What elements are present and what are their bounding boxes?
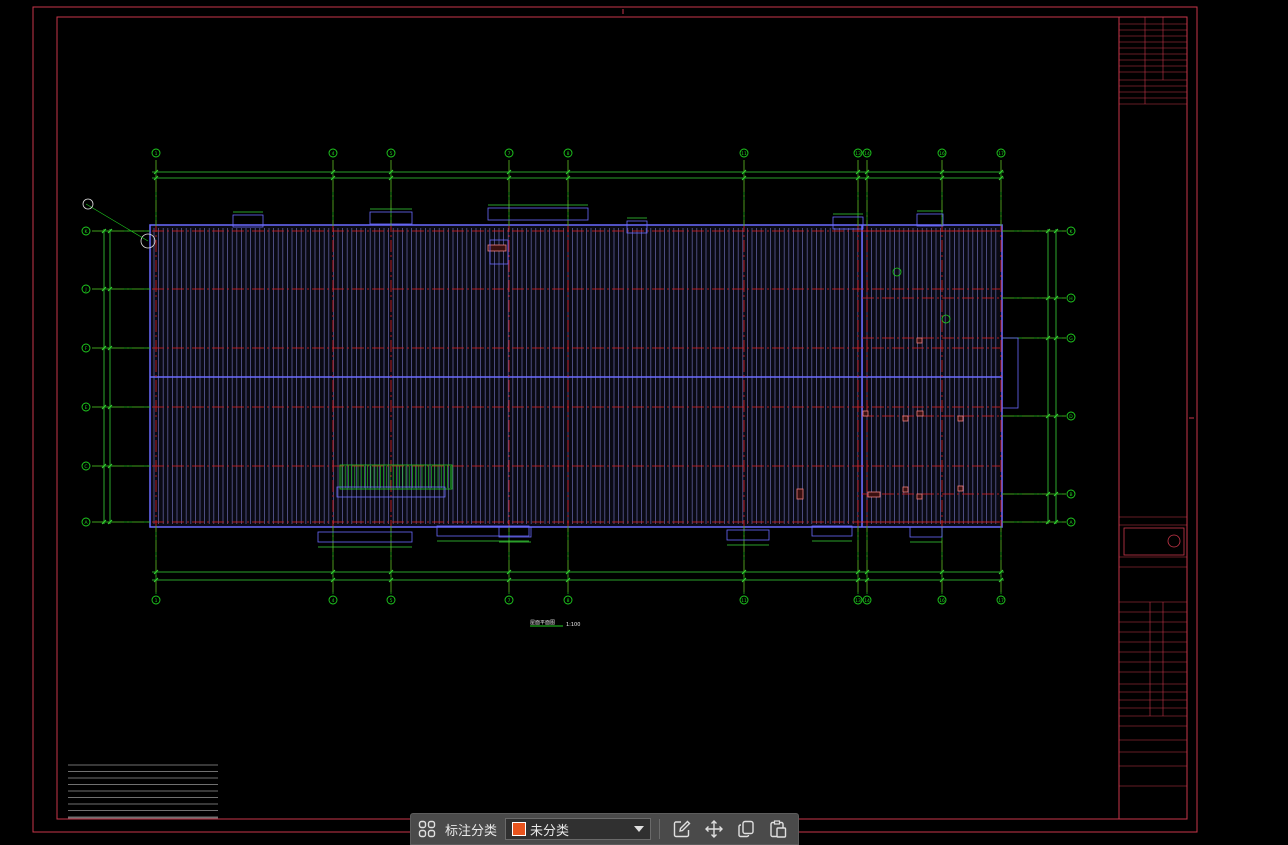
category-label: 标注分类 [445, 823, 498, 839]
drawing-title: 屋面平面图 [530, 620, 555, 626]
grid-bubble-label: D [1069, 414, 1073, 420]
toolbar-separator [659, 819, 661, 839]
grid-bubble-label: H [1069, 296, 1072, 302]
grid-bubble-label: 16 [939, 598, 945, 604]
grid-bubble-label: 4 [332, 598, 335, 604]
roof-marker [862, 410, 869, 417]
grid-bubble-label: 8 [567, 598, 570, 604]
grid-bubble-label: 7 [508, 598, 511, 604]
grid-bubble-label: 16 [939, 151, 945, 157]
grid-bubble-label: 11 [741, 598, 747, 604]
annotation-toolbar: 标注分类 未分类 [410, 813, 799, 845]
grid-bubble-label: B [1069, 492, 1072, 498]
selected-category: 未分类 [530, 823, 570, 839]
category-color-swatch [512, 822, 527, 836]
grid-view-button[interactable] [411, 815, 443, 843]
roof-marker [957, 415, 964, 422]
roof-marker [916, 493, 923, 500]
grid-bubble-label: 5 [390, 151, 393, 157]
grid-bubble-label: 17 [998, 598, 1004, 604]
roof-outline [149, 224, 1003, 528]
drawing-scale: 1:100 [566, 622, 580, 628]
grid-bubble-label: 4 [332, 151, 335, 157]
grid-bubble-label: 11 [741, 151, 747, 157]
roof-marker [487, 244, 507, 252]
grid-bubble-label: G [1069, 336, 1073, 342]
grid-bubble-label: C [84, 464, 87, 470]
move-icon [705, 820, 724, 838]
grid-bubble-label: 17 [998, 151, 1004, 157]
roof-marker [902, 415, 909, 422]
roof-marker [916, 337, 923, 344]
grid-four-icon [418, 820, 436, 838]
grid-bubble-label: 8 [567, 151, 570, 157]
grid-bubble-label: 1 [155, 598, 158, 604]
grid-bubble-label: J [84, 287, 86, 293]
roof-marker [902, 486, 909, 493]
grid-bubble-label: 14 [864, 151, 870, 157]
grid-bubble-label: 7 [508, 151, 511, 157]
chevron-down-icon [634, 826, 645, 832]
move-button[interactable] [698, 815, 730, 843]
category-dropdown[interactable]: 未分类 [505, 818, 652, 840]
copy-button[interactable] [730, 815, 762, 843]
grid-bubble-label: 1 [155, 151, 158, 157]
edit-button[interactable] [666, 815, 698, 843]
edit-icon [673, 820, 691, 838]
grid-bubble-label: 13 [855, 598, 861, 604]
grid-bubble-label: 14 [864, 598, 870, 604]
roof-marker [796, 488, 804, 500]
grid-bubble-label: 13 [855, 151, 861, 157]
cad-drawing-canvas[interactable]: 114455778811111313141416161717KJFECAKHGD… [0, 0, 1288, 841]
paste-icon [770, 820, 787, 838]
copy-icon [738, 820, 754, 838]
roof-marker [957, 485, 964, 492]
paste-button[interactable] [762, 815, 794, 843]
grid-bubble-label: E [85, 405, 88, 411]
grid-bubble-label: F [85, 346, 88, 352]
roof-marker [867, 491, 881, 498]
grid-bubble-label: 5 [390, 598, 393, 604]
roof-marker [916, 410, 924, 417]
